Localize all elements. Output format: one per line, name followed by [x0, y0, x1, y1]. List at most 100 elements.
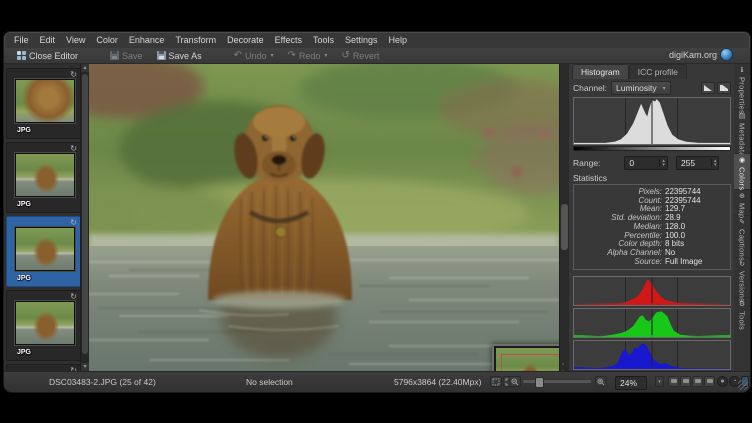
tab-captions[interactable]: ✎ Captions [734, 216, 750, 258]
tab-map[interactable]: ⊕ Map [734, 190, 750, 216]
statusbar-tool-button-1[interactable] [668, 376, 679, 387]
thumbnail-item-2[interactable]: ↻ JPG [6, 142, 81, 213]
colors-icon: ◉ [739, 157, 745, 165]
log-scale-button[interactable] [717, 82, 731, 94]
menu-decorate[interactable]: Decorate [227, 35, 264, 45]
zoom-slider-handle[interactable] [535, 377, 544, 388]
statistics-box: Pixels:22395744 Count:22395744 Mean:129.… [573, 184, 731, 270]
range-label: Range: [573, 158, 600, 168]
revert-button[interactable]: ↺ Revert [336, 50, 384, 62]
save-as-button[interactable]: Save As [152, 50, 207, 62]
undo-icon: ↶ [234, 51, 242, 60]
version-badge-icon: ↻ [70, 292, 77, 301]
status-selection: No selection [246, 377, 293, 387]
menu-settings[interactable]: Settings [345, 35, 378, 45]
menu-transform[interactable]: Transform [175, 35, 216, 45]
channel-dropdown[interactable]: Luminosity ▾ [611, 81, 671, 95]
status-dimensions: 5796x3864 (22.40Mpx) [394, 377, 481, 387]
captions-icon: ✎ [739, 219, 745, 227]
redo-dropdown-caret-icon[interactable]: ▾ [324, 52, 327, 59]
visible-region-rectangle[interactable] [501, 354, 559, 371]
tab-label: Properties [738, 77, 747, 114]
revert-icon: ↺ [341, 51, 349, 60]
green-channel-histogram [573, 308, 731, 338]
range-max-spinbox[interactable]: 255 ▴▾ [676, 156, 720, 170]
redo-label: Redo [299, 51, 321, 61]
range-max-value: 255 [677, 158, 711, 168]
version-badge-icon: ↻ [70, 144, 77, 153]
right-sidebar-panel: Histogram ICC profile Channel: Luminosit… [568, 64, 734, 371]
digikam-editor-window: File Edit View Color Enhance Transform D… [3, 31, 751, 393]
menu-help[interactable]: Help [389, 35, 408, 45]
save-label: Save [122, 51, 143, 61]
statistics-title: Statistics [573, 173, 607, 183]
save-button[interactable]: Save [105, 50, 148, 62]
pan-navigation-overlay[interactable] [492, 344, 559, 371]
scroll-down-icon[interactable]: ▾ [81, 363, 89, 371]
info-button[interactable]: ● [717, 376, 728, 387]
tab-metadata[interactable]: ▤ Metadata [734, 110, 750, 154]
zoom-dropdown-button[interactable]: ▾ [655, 376, 664, 387]
properties-icon: ℹ [741, 67, 744, 75]
save-as-label: Save As [169, 51, 202, 61]
redo-button[interactable]: ↷ Redo ▾ [283, 50, 333, 62]
tab-histogram[interactable]: Histogram [572, 64, 629, 79]
menu-edit[interactable]: Edit [40, 35, 56, 45]
menu-effects[interactable]: Effects [275, 35, 302, 45]
brand-link[interactable]: digiKam.org [669, 49, 732, 60]
zoom-in-button[interactable] [595, 376, 607, 387]
menu-tools[interactable]: Tools [313, 35, 334, 45]
statusbar-tool-button-2[interactable] [680, 376, 691, 387]
thumbnail-image [15, 301, 75, 345]
revert-label: Revert [353, 51, 380, 61]
thumbnail-image [15, 227, 75, 271]
thumbnail-scrollbar[interactable]: ▴ ▾ [80, 64, 89, 371]
right-tab-strip: ℹ Properties ▤ Metadata ◉ Colors ⊕ Map ✎… [734, 64, 750, 371]
thumbnail-item-1[interactable]: ↻ JPG [6, 68, 81, 139]
format-badge: JPG [17, 201, 31, 208]
tab-label: Tools [738, 311, 747, 330]
tab-icc-profile[interactable]: ICC profile [629, 64, 687, 79]
select-all-button[interactable] [490, 376, 502, 387]
thumbnail-item-3-selected[interactable]: ↻ JPG [6, 216, 81, 287]
spin-down-icon[interactable]: ▾ [662, 163, 665, 167]
stat-value: Full Image [665, 258, 702, 267]
tools-icon: ⚙ [739, 301, 745, 309]
tab-label: Metadata [738, 123, 747, 157]
spin-down-icon[interactable]: ▾ [714, 163, 717, 167]
versions-icon: ↻ [739, 261, 745, 269]
tab-tools[interactable]: ⚙ Tools [734, 298, 750, 328]
statusbar-tool-button-4[interactable] [704, 376, 715, 387]
close-editor-label: Close Editor [29, 51, 78, 61]
brand-label: digiKam.org [669, 50, 717, 60]
undo-dropdown-caret-icon[interactable]: ▾ [270, 52, 273, 59]
zoom-slider[interactable] [523, 380, 591, 383]
luminosity-histogram[interactable] [573, 97, 731, 145]
undo-button[interactable]: ↶ Undo ▾ [229, 50, 279, 62]
zoom-percent-spinbox[interactable]: 24% [615, 376, 647, 390]
thumbnail-item-4[interactable]: ↻ JPG [6, 290, 81, 361]
channel-value: Luminosity [616, 83, 657, 93]
window-resize-grip[interactable] [738, 380, 748, 390]
tab-versions[interactable]: ↻ Versions [734, 258, 750, 298]
tone-gradient-strip [573, 146, 731, 151]
chevron-down-icon: ▾ [658, 379, 661, 385]
scrollbar-thumb[interactable] [561, 204, 568, 250]
scroll-up-icon[interactable]: ▴ [81, 64, 89, 72]
close-editor-button[interactable]: Close Editor [12, 50, 83, 62]
menu-file[interactable]: File [14, 35, 29, 45]
scrollbar-thumb[interactable] [82, 74, 88, 354]
thumbnail-sidebar: ↻ JPG ↻ JPG ↻ JPG ↻ JPG ↻ ▴ ▾ [4, 64, 90, 371]
menu-view[interactable]: View [66, 35, 85, 45]
menu-color[interactable]: Color [96, 35, 118, 45]
menu-enhance[interactable]: Enhance [129, 35, 165, 45]
linear-scale-icon [704, 85, 712, 91]
linear-scale-button[interactable] [701, 82, 715, 94]
format-badge: JPG [17, 275, 31, 282]
tab-properties[interactable]: ℹ Properties [734, 64, 750, 110]
statusbar-tool-button-3[interactable] [692, 376, 703, 387]
zoom-out-button[interactable] [509, 376, 521, 387]
save-icon [110, 51, 119, 60]
tab-colors[interactable]: ◉ Colors [734, 154, 750, 190]
range-min-spinbox[interactable]: 0 ▴▾ [624, 156, 668, 170]
